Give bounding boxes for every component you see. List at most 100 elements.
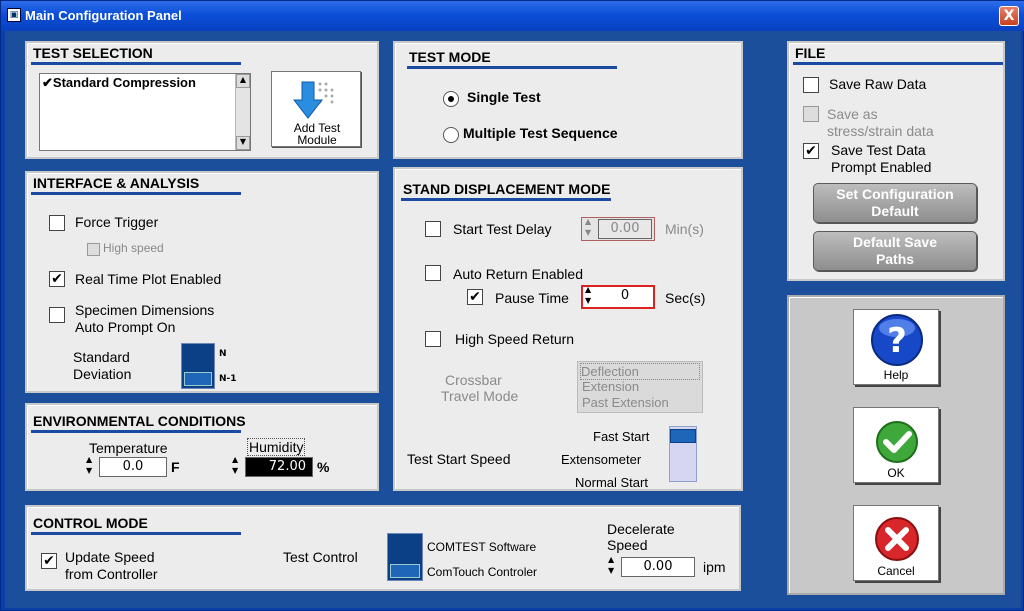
auto-return-label: Auto Return Enabled (453, 266, 583, 282)
test-control-label: Test Control (283, 549, 358, 565)
test-selection-panel: TEST SELECTION ✔Standard Compression ▲ ▼… (25, 41, 379, 159)
std-dev-toggle[interactable] (181, 343, 215, 389)
check-icon: ✔ (42, 75, 53, 90)
std-dev-n1-label: N-1 (219, 374, 237, 384)
high-speed-checkbox[interactable] (87, 243, 100, 256)
real-time-plot-label: Real Time Plot Enabled (75, 271, 222, 287)
interface-analysis-panel: INTERFACE & ANALYSIS Force Trigger High … (25, 171, 379, 393)
interface-title: INTERFACE & ANALYSIS (30, 175, 242, 195)
ok-label: OK (887, 466, 905, 480)
start-delay-unit: Min(s) (665, 221, 704, 237)
app-icon: ▣ (7, 8, 21, 22)
comtouch-option-label: ComTouch Controler (427, 565, 538, 579)
set-config-label-1: Set Configuration (836, 186, 954, 202)
speed-fast-label: Fast Start (593, 429, 650, 444)
travel-option[interactable]: Past Extension (582, 395, 669, 410)
decelerate-spin-icon[interactable] (607, 555, 619, 577)
close-button[interactable]: X (999, 6, 1019, 26)
specimen-dimensions-checkbox[interactable] (49, 307, 65, 323)
travel-mode-list[interactable]: Deflection Extension Past Extension (577, 361, 703, 413)
default-save-paths-button[interactable]: Default Save Paths (813, 231, 977, 271)
std-dev-n-label: N (219, 349, 227, 359)
force-trigger-checkbox[interactable] (49, 215, 65, 231)
auto-return-checkbox[interactable] (425, 265, 441, 281)
stand-displacement-panel: STAND DISPLACEMENT MODE Start Test Delay… (393, 167, 743, 491)
save-stress-checkbox[interactable] (803, 106, 819, 122)
test-start-speed-slider[interactable] (669, 426, 697, 482)
start-delay-spin-icon[interactable] (584, 217, 596, 239)
temperature-label: Temperature (89, 440, 168, 456)
speed-slider-thumb[interactable] (670, 429, 696, 443)
crossbar-label-1: Crossbar (445, 372, 502, 388)
travel-option[interactable]: Deflection (580, 363, 700, 380)
save-raw-label: Save Raw Data (829, 76, 927, 92)
multiple-test-radio[interactable] (443, 127, 459, 143)
list-item[interactable]: ✔Standard Compression (42, 75, 196, 91)
high-speed-return-checkbox[interactable] (425, 331, 441, 347)
pause-spin-icon[interactable] (584, 285, 596, 307)
test-control-toggle[interactable] (387, 533, 423, 581)
pause-time-label: Pause Time (495, 290, 569, 306)
help-icon: ? (871, 314, 923, 366)
pause-time-field[interactable]: 0 (597, 287, 653, 307)
start-delay-label: Start Test Delay (453, 221, 552, 237)
update-speed-checkbox[interactable]: ✔ (41, 553, 57, 569)
scroll-down-icon[interactable]: ▼ (236, 136, 250, 150)
pause-time-stepper[interactable]: 0 (581, 285, 655, 309)
temperature-unit: F (171, 459, 180, 475)
speed-ext-label: Extensometer (561, 452, 642, 467)
scroll-up-icon[interactable]: ▲ (236, 74, 250, 88)
ok-button[interactable]: OK (853, 407, 939, 483)
save-raw-checkbox[interactable] (803, 77, 819, 93)
decelerate-label-2: Speed (607, 537, 648, 553)
decelerate-label-1: Decelerate (607, 521, 675, 537)
help-button[interactable]: ? Help (853, 309, 939, 385)
set-configuration-default-button[interactable]: Set Configuration Default (813, 183, 977, 223)
cancel-button[interactable]: Cancel (853, 505, 939, 581)
humidity-spin-icon[interactable] (231, 455, 243, 477)
humidity-field[interactable]: 72.00 (245, 457, 313, 477)
ok-check-icon (876, 421, 918, 463)
specimen-dimensions-label-1: Specimen Dimensions (75, 302, 215, 318)
test-mode-title: TEST MODE (407, 49, 617, 69)
real-time-plot-checkbox[interactable]: ✔ (49, 271, 65, 287)
title-bar: ▣ Main Configuration Panel X (1, 1, 1024, 31)
env-title: ENVIRONMENTAL CONDITIONS (31, 413, 246, 433)
save-test-checkbox[interactable]: ✔ (803, 143, 819, 159)
specimen-dimensions-label-2: Auto Prompt On (75, 319, 176, 335)
high-speed-return-label: High Speed Return (455, 331, 575, 347)
add-test-module-button[interactable]: Add Test Module (271, 71, 361, 147)
list-scrollbar[interactable]: ▲ ▼ (235, 74, 250, 150)
control-mode-panel: CONTROL MODE ✔ Update Speed from Control… (25, 505, 741, 591)
svg-text:?: ? (887, 321, 907, 361)
add-test-module-label: Add Test Module (293, 122, 341, 146)
test-start-speed-label: Test Start Speed (407, 451, 511, 467)
single-test-radio[interactable] (443, 91, 459, 107)
default-paths-label-2: Paths (875, 251, 915, 267)
set-config-label-2: Default (871, 203, 919, 219)
start-delay-field[interactable]: 0.00 (598, 219, 652, 239)
pause-time-unit: Sec(s) (665, 290, 706, 306)
help-label: Help (883, 368, 909, 382)
file-title: FILE (792, 45, 1006, 65)
comtest-option-label: COMTEST Software (427, 540, 537, 554)
decelerate-field[interactable]: 0.00 (621, 557, 695, 577)
test-selection-title: TEST SELECTION (31, 45, 241, 65)
save-test-label-1: Save Test Data (831, 142, 926, 158)
speed-normal-label: Normal Start (575, 475, 648, 490)
temperature-field[interactable]: 0.0 (99, 457, 167, 477)
environmental-panel: ENVIRONMENTAL CONDITIONS Temperature 0.0… (25, 403, 379, 491)
std-dev-label-2: Deviation (73, 366, 132, 382)
control-title: CONTROL MODE (31, 515, 241, 535)
update-speed-label-1: Update Speed (65, 549, 155, 565)
temperature-spin-icon[interactable] (85, 455, 97, 477)
cancel-label: Cancel (877, 564, 915, 578)
start-delay-stepper[interactable]: 0.00 (581, 217, 655, 241)
pause-time-checkbox[interactable]: ✔ (467, 289, 483, 305)
travel-option[interactable]: Extension (582, 379, 639, 394)
actions-panel: ? Help OK Cancel (787, 295, 1005, 595)
test-list[interactable]: ✔Standard Compression ▲ ▼ (39, 73, 251, 151)
update-speed-label-2: from Controller (65, 566, 158, 582)
decelerate-unit: ipm (703, 559, 726, 575)
start-delay-checkbox[interactable] (425, 221, 441, 237)
